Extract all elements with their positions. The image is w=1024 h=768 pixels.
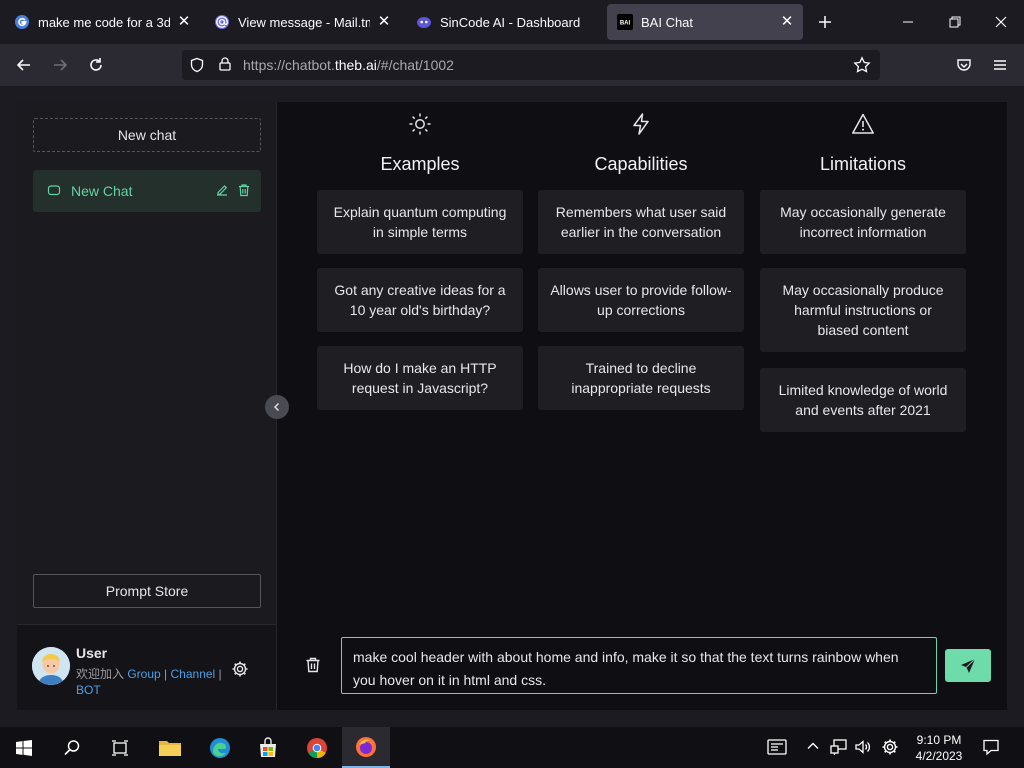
shield-icon[interactable] xyxy=(189,57,205,78)
chat-list-item[interactable]: New Chat xyxy=(33,170,261,212)
volume-icon[interactable] xyxy=(854,738,872,761)
join-text: 欢迎加入 xyxy=(76,667,128,681)
edit-icon[interactable] xyxy=(215,183,229,202)
community-links: 欢迎加入 Group | Channel | BOT xyxy=(76,666,226,698)
send-icon xyxy=(961,658,976,673)
start-button[interactable] xyxy=(0,727,48,768)
capability-card: Trained to decline inappropriate request… xyxy=(538,346,744,410)
bai-icon: BAI xyxy=(617,14,633,30)
tab-title: BAI Chat xyxy=(641,14,694,30)
close-tab-icon[interactable]: ✕ xyxy=(779,14,795,30)
lock-icon[interactable] xyxy=(217,56,233,77)
settings-gear-icon[interactable] xyxy=(231,660,249,683)
close-window-icon[interactable] xyxy=(987,8,1015,36)
capability-card: Allows user to provide follow-up correct… xyxy=(538,268,744,332)
limitation-card: Limited knowledge of world and events af… xyxy=(760,368,966,432)
firefox-icon[interactable] xyxy=(342,727,390,768)
file-explorer-icon[interactable] xyxy=(146,727,194,768)
chrome-icon[interactable] xyxy=(293,727,341,768)
message-input[interactable]: make cool header with about home and inf… xyxy=(341,637,937,694)
browser-tab[interactable]: make me code for a 3d bler ✕ xyxy=(4,4,200,40)
edge-browser-icon[interactable] xyxy=(196,727,244,768)
example-prompt-card[interactable]: How do I make an HTTP request in Javascr… xyxy=(317,346,523,410)
task-view-icon[interactable] xyxy=(96,727,144,768)
page-viewport: New chat New Chat Prompt Store User 欢迎加入… xyxy=(0,86,1024,727)
browser-tab-bar: make me code for a 3d bler ✕ View messag… xyxy=(0,0,1024,44)
restore-icon[interactable] xyxy=(941,8,969,36)
chevron-up-icon[interactable] xyxy=(806,739,820,758)
chat-app: New chat New Chat Prompt Store User 欢迎加入… xyxy=(17,102,1007,710)
pocket-icon[interactable] xyxy=(950,51,978,79)
new-tab-button[interactable] xyxy=(811,8,839,36)
search-icon[interactable] xyxy=(48,727,96,768)
gear-icon[interactable] xyxy=(881,738,899,761)
url-host: theb.ai xyxy=(334,57,377,73)
link-separator: | xyxy=(160,667,171,681)
browser-tab-active[interactable]: BAI BAI Chat ✕ xyxy=(607,4,803,40)
warning-icon xyxy=(760,112,966,136)
tab-title: make me code for a 3d bler xyxy=(38,14,170,30)
clock-time: 9:10 PM xyxy=(916,733,962,747)
address-bar[interactable]: https://chatbot.theb.ai/#/chat/1002 xyxy=(182,50,880,80)
svg-text:BAI: BAI xyxy=(620,21,631,27)
taskbar-clock[interactable]: 9:10 PM 4/2/2023 xyxy=(906,732,972,764)
network-icon[interactable] xyxy=(830,738,848,761)
news-widget-icon[interactable] xyxy=(767,738,787,761)
lightning-icon xyxy=(538,112,744,136)
g-logo-icon xyxy=(14,14,30,30)
tab-title: SinCode AI - Dashboard xyxy=(440,14,581,30)
microsoft-store-icon[interactable] xyxy=(244,727,292,768)
url-path: /#/chat/1002 xyxy=(376,57,454,73)
hamburger-menu-icon[interactable] xyxy=(986,51,1014,79)
mail-at-icon xyxy=(214,14,230,30)
browser-tab[interactable]: SinCode AI - Dashboard xyxy=(406,4,602,40)
reload-button[interactable] xyxy=(82,51,110,79)
user-panel: User 欢迎加入 Group | Channel | BOT xyxy=(17,624,276,710)
new-chat-button[interactable]: New chat xyxy=(33,118,261,152)
sun-icon xyxy=(317,112,523,136)
message-input-text[interactable]: make cool header with about home and inf… xyxy=(353,646,923,692)
limitation-card: May occasionally produce harmful instruc… xyxy=(760,268,966,352)
url-prefix: https://chatbot. xyxy=(243,57,335,73)
sidebar: New chat New Chat Prompt Store User 欢迎加入… xyxy=(17,102,277,710)
minimize-icon[interactable] xyxy=(894,8,922,36)
forward-button[interactable] xyxy=(46,51,74,79)
windows-logo-icon xyxy=(16,739,32,756)
windows-taskbar: 9:10 PM 4/2/2023 xyxy=(0,727,1024,768)
url-text[interactable]: https://chatbot.theb.ai/#/chat/1002 xyxy=(243,57,454,73)
clock-date: 4/2/2023 xyxy=(915,749,963,763)
column-heading: Limitations xyxy=(819,154,907,174)
bot-link[interactable]: BOT xyxy=(76,683,101,697)
send-button[interactable] xyxy=(945,649,991,682)
sincode-icon xyxy=(416,14,432,30)
bookmark-star-icon[interactable] xyxy=(853,56,871,79)
group-link[interactable]: Group xyxy=(127,667,160,681)
tab-title: View message - Mail.tm xyxy=(238,14,370,30)
capability-card: Remembers what user said earlier in the … xyxy=(538,190,744,254)
chat-main: Examples Explain quantum computing in si… xyxy=(278,102,1007,710)
column-heading: Examples xyxy=(380,154,460,174)
limitation-card: May occasionally generate incorrect info… xyxy=(760,190,966,254)
column-heading: Capabilities xyxy=(594,154,688,174)
example-prompt-card[interactable]: Got any creative ideas for a 10 year old… xyxy=(317,268,523,332)
clear-chat-trash-icon[interactable] xyxy=(304,656,322,679)
example-prompt-card[interactable]: Explain quantum computing in simple term… xyxy=(317,190,523,254)
close-tab-icon[interactable]: ✕ xyxy=(176,14,192,30)
prompt-store-button[interactable]: Prompt Store xyxy=(33,574,261,608)
close-tab-icon[interactable]: ✕ xyxy=(376,14,392,30)
avatar[interactable] xyxy=(32,647,70,685)
delete-icon[interactable] xyxy=(237,183,251,202)
browser-tab[interactable]: View message - Mail.tm ✕ xyxy=(204,4,400,40)
link-separator: | xyxy=(215,667,222,681)
channel-link[interactable]: Channel xyxy=(171,667,216,681)
back-button[interactable] xyxy=(10,51,38,79)
browser-nav-bar: https://chatbot.theb.ai/#/chat/1002 xyxy=(0,44,1024,86)
chat-item-label: New Chat xyxy=(71,183,133,199)
user-name: User xyxy=(76,645,108,661)
chat-bubble-icon xyxy=(47,184,61,203)
notification-center-icon[interactable] xyxy=(982,738,1000,761)
